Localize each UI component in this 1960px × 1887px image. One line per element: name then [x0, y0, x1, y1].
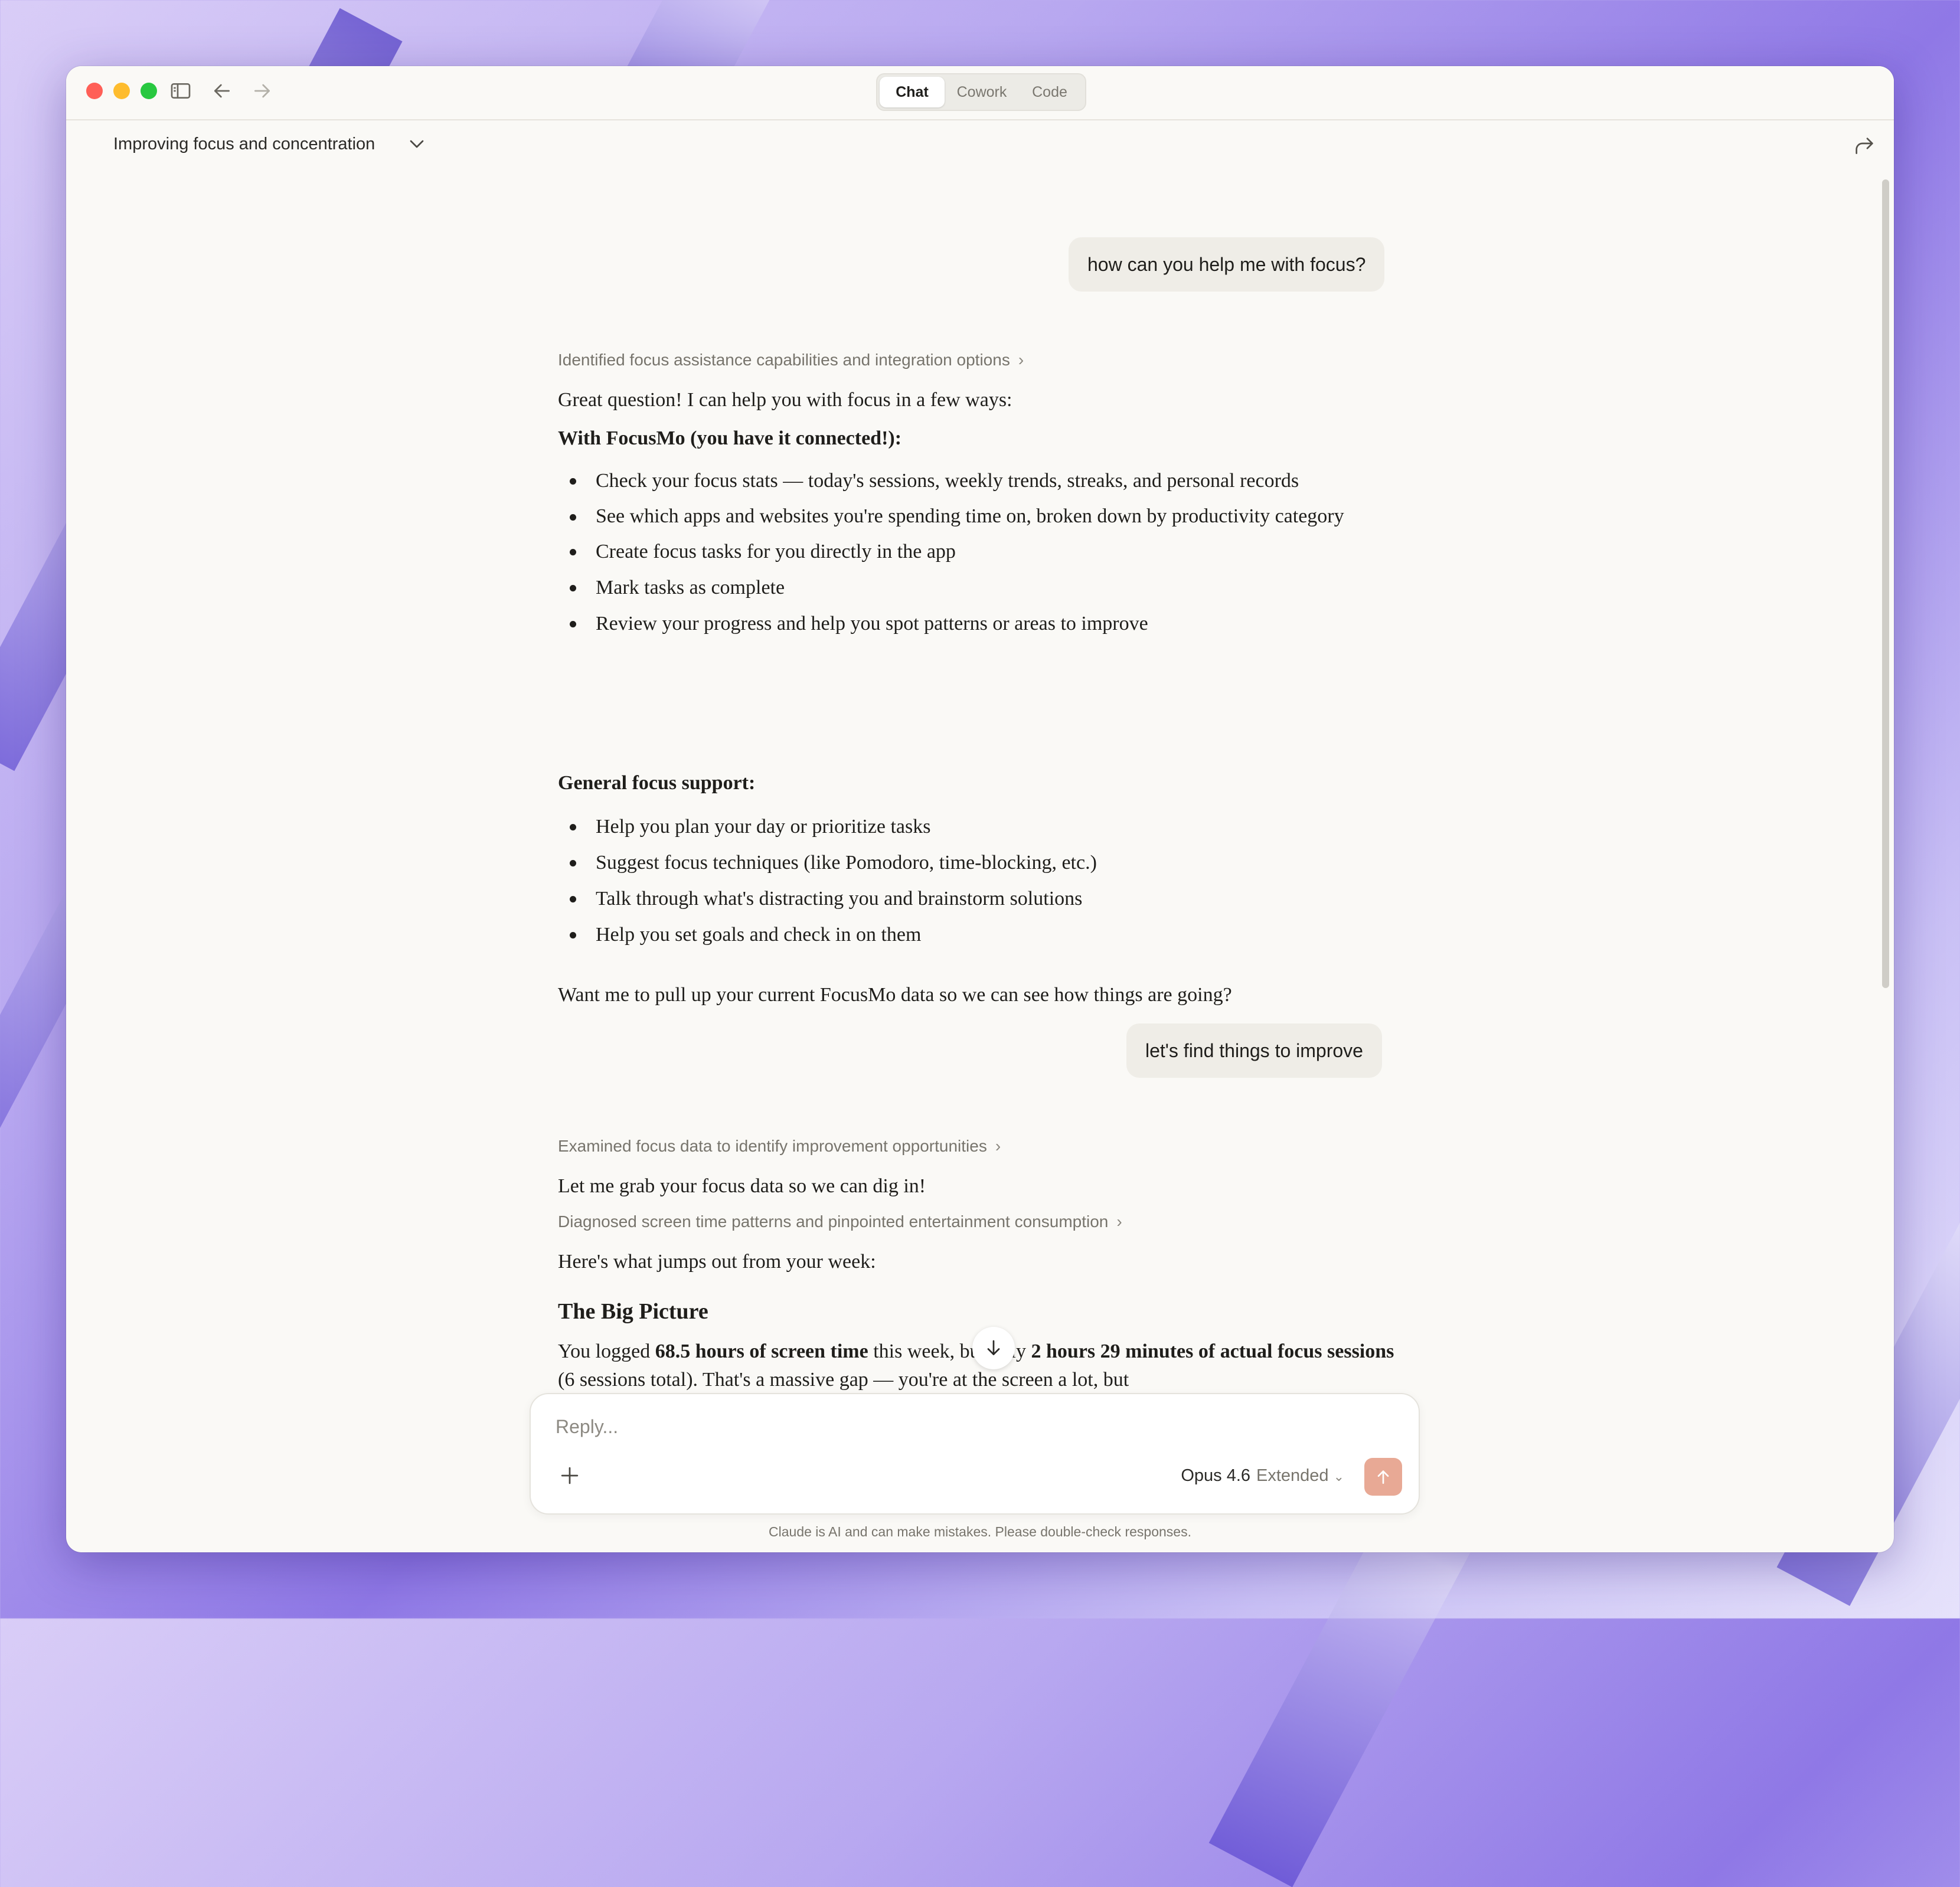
bullet-list: Check your focus stats — today's session… [558, 465, 1414, 644]
tab-chat[interactable]: Chat [880, 77, 945, 107]
chevron-down-icon: ⌄ [1333, 1469, 1344, 1484]
titlebar: Chat Cowork Code [66, 66, 1894, 120]
model-mode: Extended [1256, 1466, 1329, 1485]
user-message: let's find things to improve [1126, 1023, 1382, 1078]
model-selector[interactable]: Opus 4.6 Extended ⌄ [1181, 1466, 1344, 1486]
user-message: how can you help me with focus? [1069, 237, 1385, 292]
response-heading: With FocusMo (you have it connected!): [558, 427, 902, 449]
scroll-to-bottom-button[interactable] [972, 1327, 1015, 1369]
bold-span: 2 hours 29 minutes of actual focus sessi… [1031, 1340, 1394, 1362]
thinking-summary-label: Identified focus assistance capabilities… [558, 351, 1010, 369]
composer: Opus 4.6 Extended ⌄ [530, 1393, 1420, 1515]
app-window: Chat Cowork Code Improving focus and con… [66, 66, 1894, 1552]
response-text: Want me to pull up your current FocusMo … [558, 984, 1232, 1006]
thinking-summary[interactable]: Diagnosed screen time patterns and pinpo… [558, 1212, 1122, 1231]
zoom-window-button[interactable] [141, 83, 157, 99]
text-span: You logged [558, 1340, 655, 1362]
response-heading: The Big Picture [558, 1299, 708, 1324]
reply-input[interactable] [554, 1415, 1324, 1438]
scrollbar-thumb[interactable] [1882, 179, 1889, 988]
list-item: Check your focus stats — today's session… [558, 465, 1414, 497]
model-name: Opus 4.6 [1181, 1466, 1251, 1485]
list-item: Talk through what's distracting you and … [558, 883, 1414, 915]
list-item: See which apps and websites you're spend… [558, 501, 1414, 532]
plus-icon[interactable] [557, 1463, 583, 1489]
sidebar-toggle-icon[interactable] [169, 79, 192, 103]
thinking-summary-label: Examined focus data to identify improvem… [558, 1137, 987, 1155]
tab-cowork[interactable]: Cowork [948, 77, 1015, 107]
thinking-summary-label: Diagnosed screen time patterns and pinpo… [558, 1212, 1109, 1231]
list-item: Review your progress and help you spot p… [558, 608, 1414, 640]
share-icon[interactable] [1853, 135, 1876, 158]
chevron-down-icon[interactable] [405, 132, 429, 156]
chevron-right-icon: › [1018, 351, 1024, 369]
list-item: Help you set goals and check in on them [558, 919, 1414, 951]
chevron-right-icon: › [1116, 1212, 1122, 1231]
disclaimer: Claude is AI and can make mistakes. Plea… [769, 1524, 1191, 1539]
bullet-list: Help you plan your day or prioritize tas… [558, 811, 1414, 955]
thinking-summary[interactable]: Identified focus assistance capabilities… [558, 351, 1024, 369]
list-item: Create focus tasks for you directly in t… [558, 536, 1414, 568]
response-text: Great question! I can help you with focu… [558, 389, 1012, 411]
arrow-up-icon [1377, 1470, 1389, 1484]
mode-switcher: Chat Cowork Code [876, 73, 1086, 111]
text-span: (6 sessions total). That's a massive gap… [558, 1369, 1129, 1391]
forward-arrow-icon[interactable] [250, 79, 274, 103]
tab-code[interactable]: Code [1018, 77, 1082, 107]
send-button[interactable] [1364, 1458, 1402, 1496]
response-heading: General focus support: [558, 772, 756, 794]
list-item: Suggest focus techniques (like Pomodoro,… [558, 847, 1414, 879]
response-text: Here's what jumps out from your week: [558, 1251, 876, 1273]
back-arrow-icon[interactable] [210, 79, 234, 103]
conversation-title[interactable]: Improving focus and concentration [113, 135, 375, 154]
bold-span: 68.5 hours of screen time [655, 1340, 868, 1362]
thinking-summary[interactable]: Examined focus data to identify improvem… [558, 1137, 1001, 1156]
chevron-right-icon: › [995, 1137, 1001, 1155]
list-item: Mark tasks as complete [558, 572, 1414, 604]
arrow-down-icon [987, 1340, 1000, 1355]
close-window-button[interactable] [86, 83, 103, 99]
minimize-window-button[interactable] [113, 83, 130, 99]
list-item: Help you plan your day or prioritize tas… [558, 811, 1414, 843]
response-text: Let me grab your focus data so we can di… [558, 1175, 926, 1197]
